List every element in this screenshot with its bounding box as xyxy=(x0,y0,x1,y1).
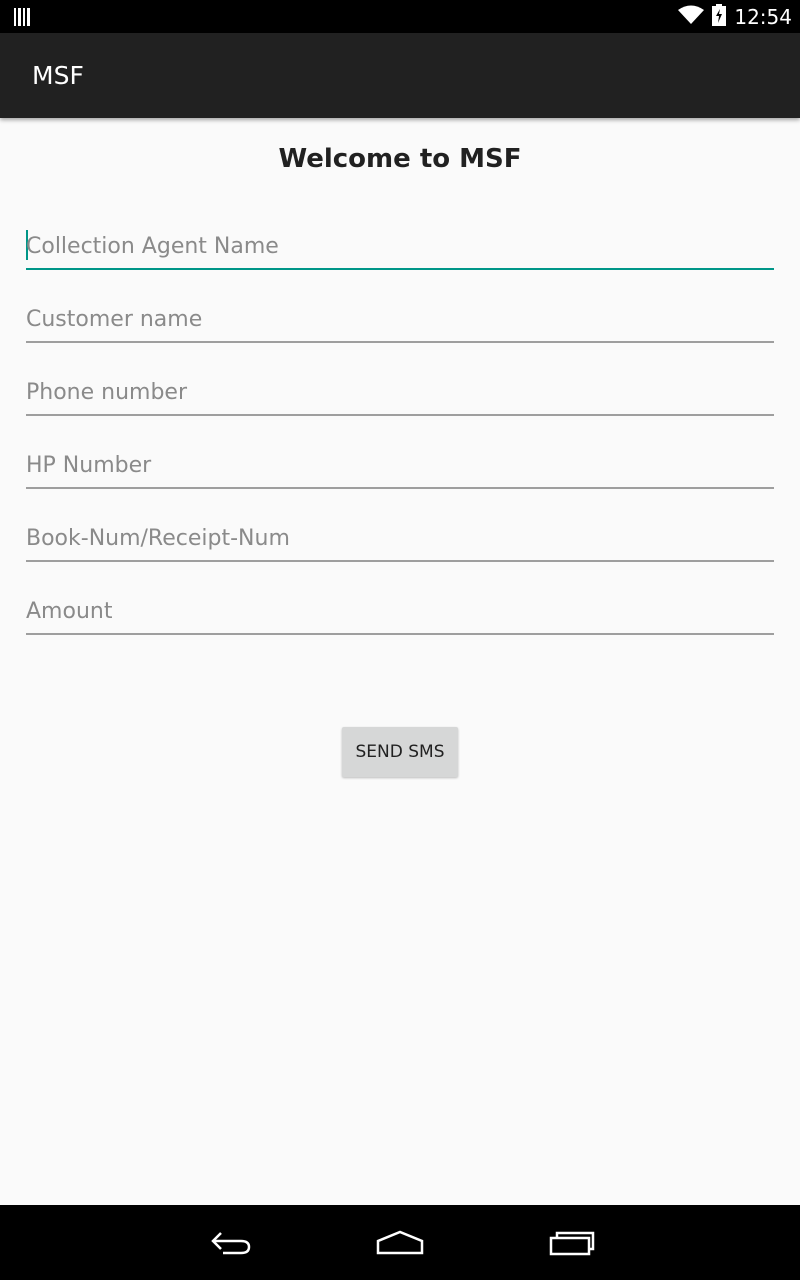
amount-input[interactable] xyxy=(26,589,774,633)
navigation-bar xyxy=(0,1205,800,1280)
hp-number-input[interactable] xyxy=(26,443,774,487)
clock: 12:54 xyxy=(734,4,792,29)
form-content: Welcome to MSF SEND SMS xyxy=(0,118,800,1205)
battery-charging-icon xyxy=(712,3,727,30)
barcode-notification-icon xyxy=(14,8,32,30)
amount-field[interactable] xyxy=(26,589,774,635)
status-bar: 12:54 xyxy=(0,0,800,33)
phone-number-input[interactable] xyxy=(26,370,774,414)
send-sms-button[interactable]: SEND SMS xyxy=(342,727,458,777)
recents-icon[interactable] xyxy=(542,1223,602,1263)
book-receipt-number-input[interactable] xyxy=(26,516,774,560)
customer-name-field[interactable] xyxy=(26,297,774,343)
customer-name-input[interactable] xyxy=(26,297,774,341)
back-icon[interactable] xyxy=(200,1223,260,1263)
home-icon[interactable] xyxy=(370,1223,430,1263)
phone-number-field[interactable] xyxy=(26,370,774,416)
book-receipt-number-field[interactable] xyxy=(26,516,774,562)
collection-agent-name-field[interactable] xyxy=(26,224,774,270)
app-bar: MSF xyxy=(0,33,800,118)
page-title: Welcome to MSF xyxy=(278,144,522,174)
app-title: MSF xyxy=(32,61,84,90)
hp-number-field[interactable] xyxy=(26,443,774,489)
collection-agent-name-input[interactable] xyxy=(26,224,774,268)
wifi-icon xyxy=(678,5,705,29)
